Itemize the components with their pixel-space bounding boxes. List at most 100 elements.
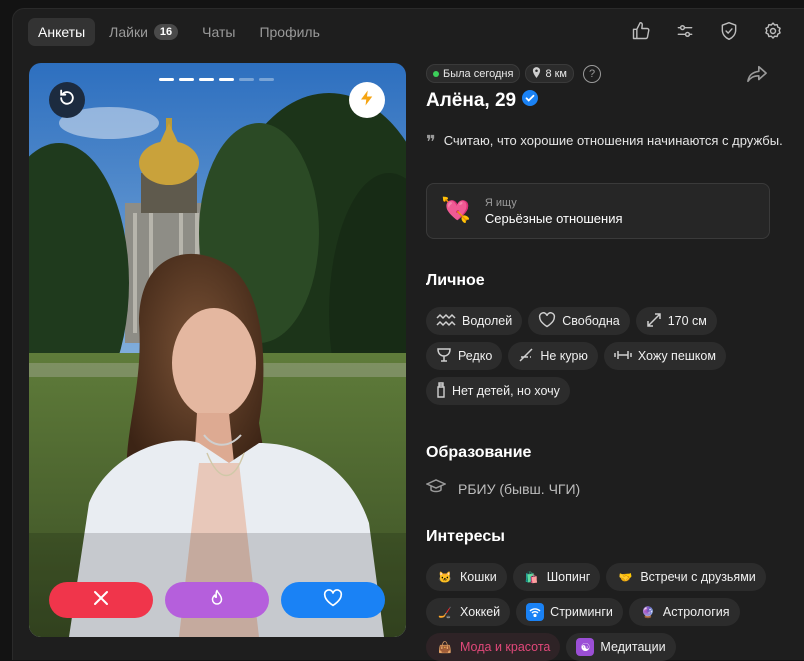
heart-arrow-icon: 💘 (441, 197, 471, 224)
looking-for-card: 💘 Я ищу Серьёзные отношения (426, 183, 770, 239)
close-icon (93, 590, 109, 611)
education-row: РБИУ (бывш. ЧГИ) (425, 479, 581, 498)
top-nav: Анкеты Лайки 16 Чаты Профиль (28, 18, 330, 46)
quote-icon: ❞ (426, 132, 436, 152)
crystal-ball-icon: 🔮 (641, 606, 655, 619)
tab-chats[interactable]: Чаты (192, 18, 245, 46)
photo-progress-segment (179, 78, 194, 81)
handbag-icon: 👜 (438, 641, 452, 654)
tag-friends[interactable]: 🤝 Встречи с друзьями (606, 563, 766, 591)
tag-astrology[interactable]: 🔮 Астрология (628, 598, 740, 626)
lightning-icon (358, 88, 376, 113)
undo-button[interactable] (49, 82, 85, 118)
looking-for-value: Серьёзные отношения (484, 210, 623, 226)
bio-block: ❞ Считаю, что хорошие отношения начинают… (426, 131, 784, 152)
tag-fashion[interactable]: 👜 Мода и красота (426, 633, 561, 661)
photo-progress-segment (159, 78, 174, 81)
likes-count-badge: 16 (153, 24, 179, 40)
tag-label: Кошки (460, 570, 497, 584)
profile-photo (29, 63, 406, 637)
tag-activity[interactable]: Хожу пешком (603, 342, 726, 370)
tag-shopping[interactable]: 🛍️ Шопинг (512, 563, 601, 591)
online-status-badge: Была сегодня (426, 64, 521, 83)
graduation-cap-icon (425, 479, 447, 498)
tag-label: Водолей (462, 314, 513, 328)
tag-label: Нет детей, но хочу (452, 384, 560, 398)
tag-label: Свободна (562, 314, 620, 328)
photo-progress-segment (199, 78, 214, 81)
thumbs-up-icon[interactable] (630, 20, 652, 42)
photo-progress (159, 78, 274, 81)
tag-zodiac[interactable]: Водолей (426, 307, 523, 335)
tag-label: Хоккей (460, 605, 501, 619)
sliders-icon[interactable] (674, 20, 696, 42)
tab-label: Чаты (202, 24, 236, 40)
tag-alcohol[interactable]: Редко (426, 342, 503, 370)
tag-label: Мода и красота (460, 640, 551, 654)
tag-label: Встречи с друзьями (640, 570, 756, 584)
tag-meditation[interactable]: ☯ Медитации (566, 633, 676, 661)
location-pin-icon (532, 66, 541, 81)
meta-row: Была сегодня 8 км ? (426, 64, 601, 83)
tab-profile[interactable]: Профиль (249, 18, 329, 46)
tab-label: Лайки (109, 24, 148, 40)
section-education-title: Образование (426, 444, 532, 461)
profile-name-row: Алёна, 29 (426, 90, 539, 112)
status-text: Была сегодня (443, 67, 514, 80)
distance-badge: 8 км (525, 64, 574, 83)
tag-label: Астрология (662, 605, 730, 619)
help-glyph: ? (588, 67, 596, 80)
tag-label: Медитации (600, 640, 666, 654)
flame-icon (208, 588, 226, 613)
education-value: РБИУ (бывш. ЧГИ) (458, 480, 581, 497)
help-icon[interactable]: ? (583, 64, 601, 83)
no-smoking-icon (518, 347, 534, 366)
height-icon (646, 312, 662, 331)
boost-button[interactable] (349, 82, 385, 118)
like-button[interactable] (281, 582, 385, 618)
tag-streaming[interactable]: Стриминги (516, 598, 623, 626)
wifi-icon (526, 603, 545, 621)
tab-label: Анкеты (38, 24, 86, 40)
share-icon[interactable] (746, 64, 768, 89)
undo-icon (57, 88, 77, 113)
dumbbell-icon (614, 348, 632, 365)
bio-text: Считаю, что хорошие отношения начинаются… (443, 133, 783, 148)
superlike-button[interactable] (165, 582, 269, 618)
gear-icon[interactable] (762, 20, 784, 42)
tab-label: Профиль (259, 24, 320, 40)
tag-children[interactable]: Нет детей, но хочу (426, 377, 570, 405)
shield-check-icon[interactable] (718, 20, 740, 42)
tag-label: Стриминги (550, 605, 613, 619)
tag-height[interactable]: 170 см (635, 307, 717, 335)
tab-likes[interactable]: Лайки 16 (99, 18, 188, 46)
glass-icon (436, 347, 452, 366)
tag-label: Редко (458, 349, 493, 363)
aquarius-icon (436, 313, 456, 330)
hockey-icon: 🏒 (438, 606, 452, 619)
looking-for-label: Я ищу (484, 196, 517, 209)
online-dot-icon (433, 70, 439, 77)
tag-relationship[interactable]: Свободна (528, 307, 630, 335)
dislike-button[interactable] (49, 582, 153, 618)
section-personal-title: Личное (426, 272, 485, 289)
interest-tags: 🐱 Кошки 🛍️ Шопинг 🤝 Встречи с друзьями 🏒… (426, 563, 776, 661)
section-interests-title: Интересы (426, 528, 505, 545)
tag-hockey[interactable]: 🏒 Хоккей (426, 598, 511, 626)
tag-label: Не курю (540, 349, 588, 363)
tag-label: 170 см (667, 314, 707, 328)
photo-progress-segment (239, 78, 254, 81)
photo-progress-segment (259, 78, 274, 81)
tag-label: Хожу пешком (637, 349, 716, 363)
bottle-icon (436, 381, 446, 401)
profile-photo-card[interactable] (29, 63, 406, 637)
distance-text: 8 км (545, 67, 567, 80)
tag-smoking[interactable]: Не курю (508, 342, 598, 370)
tag-cats[interactable]: 🐱 Кошки (426, 563, 507, 591)
handshake-icon: 🤝 (618, 571, 633, 584)
yin-yang-icon: ☯ (576, 638, 595, 656)
photo-progress-segment (219, 78, 234, 81)
tab-ankety[interactable]: Анкеты (28, 18, 96, 46)
heart-outline-icon (538, 311, 556, 331)
profile-name: Алёна, 29 (426, 90, 517, 111)
